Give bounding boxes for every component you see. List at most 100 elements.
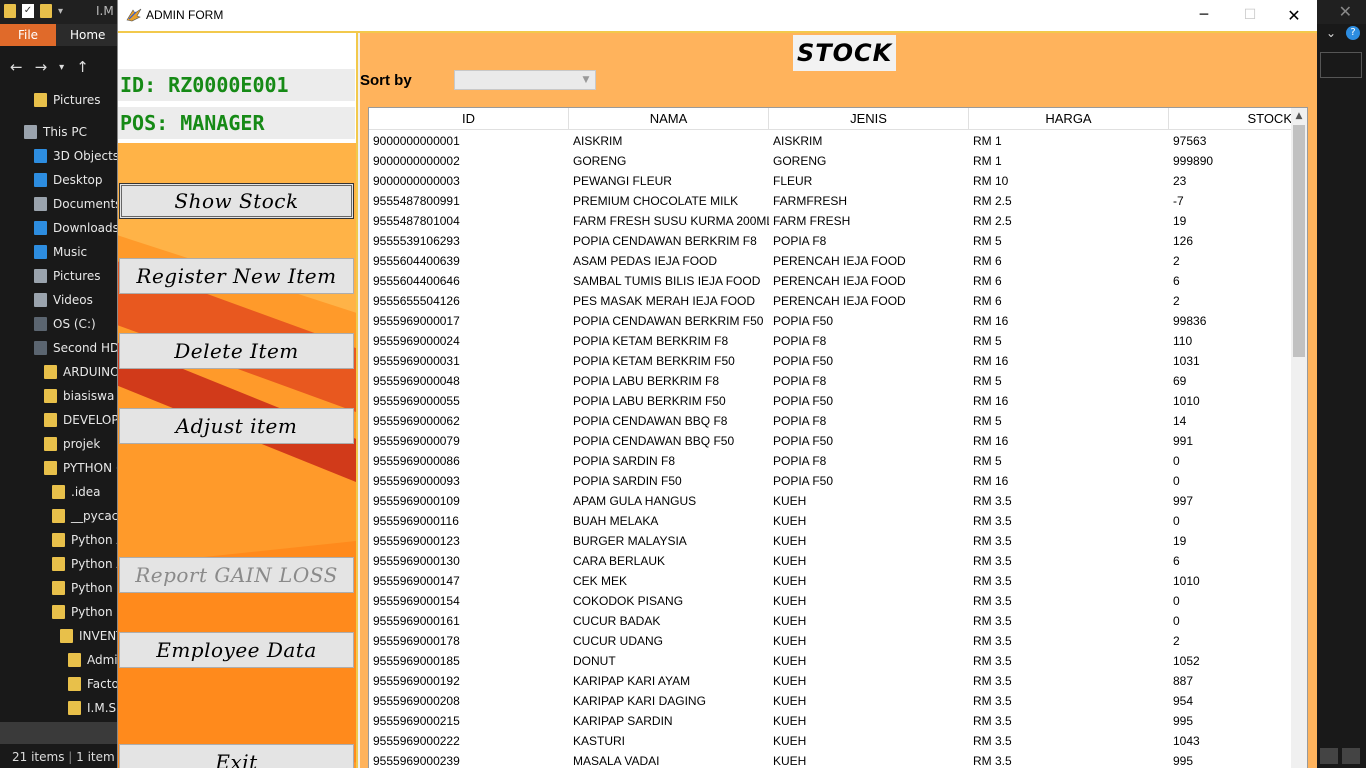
tree-item[interactable]: ARDUINO bbox=[44, 362, 120, 382]
forward-arrow-icon[interactable]: → bbox=[35, 58, 48, 76]
help-icon[interactable]: ? bbox=[1346, 26, 1360, 40]
tree-item[interactable]: Python B bbox=[52, 578, 125, 598]
tree-item[interactable]: Desktop bbox=[34, 170, 103, 190]
table-row[interactable]: 9555487800991 PREMIUM CHOCOLATE MILK FARMF… bbox=[369, 191, 1299, 211]
table-row[interactable]: 9555969000062 POPIA CENDAWAN BBQ F8 POPIA … bbox=[369, 411, 1299, 431]
explorer-close-icon[interactable]: ✕ bbox=[1339, 2, 1352, 21]
table-row[interactable]: 9555969000192 KARIPAP KARI AYAM KUEH RM 3.5… bbox=[369, 671, 1299, 691]
table-row[interactable]: 9555969000123 BURGER MALAYSIA KUEH RM 3.5 19 bbox=[369, 531, 1299, 551]
scroll-up-icon[interactable]: ▲ bbox=[1291, 108, 1307, 124]
up-arrow-icon[interactable]: ↑ bbox=[76, 58, 89, 76]
tree-item[interactable]: Pictures bbox=[34, 266, 101, 286]
table-row[interactable]: 9555604400639 ASAM PEDAS IEJA FOOD PERENCA… bbox=[369, 251, 1299, 271]
table-row[interactable]: 9555969000017 POPIA CENDAWAN BERKRIM F50 P… bbox=[369, 311, 1299, 331]
table-row[interactable]: 9555969000208 KARIPAP KARI DAGING KUEH RM 3… bbox=[369, 691, 1299, 711]
table-row[interactable]: 9555655504126 PES MASAK MERAH IEJA FOOD PE… bbox=[369, 291, 1299, 311]
tree-item[interactable]: Videos bbox=[34, 290, 93, 310]
tree-item[interactable]: Music bbox=[34, 242, 87, 262]
table-row[interactable]: 9555969000130 CARA BERLAUK KUEH RM 3.5 6 bbox=[369, 551, 1299, 571]
tree-item[interactable]: Admi bbox=[68, 650, 118, 670]
tab-home[interactable]: Home bbox=[70, 28, 105, 42]
table-row[interactable]: 9000000000001 AISKRIM AISKRIM RM 1 97563 bbox=[369, 131, 1299, 151]
scrollbar-thumb[interactable] bbox=[1293, 125, 1305, 357]
tree-item[interactable]: .idea bbox=[52, 482, 101, 502]
tree-item[interactable]: Python A bbox=[52, 554, 125, 574]
show-stock-button[interactable]: Show Stock bbox=[119, 183, 354, 219]
recent-locations-icon[interactable]: ▾ bbox=[59, 62, 64, 73]
column-header-nama[interactable]: NAMA bbox=[569, 108, 769, 130]
table-row[interactable]: 9555969000147 CEK MEK KUEH RM 3.5 1010 bbox=[369, 571, 1299, 591]
table-row[interactable]: 9555969000055 POPIA LABU BERKRIM F50 POPIA… bbox=[369, 391, 1299, 411]
cell-id: 9555969000031 bbox=[373, 354, 460, 368]
ribbon-expand-icon[interactable]: ⌄ bbox=[1326, 26, 1336, 40]
table-row[interactable]: 9555969000024 POPIA KETAM BERKRIM F8 POPIA… bbox=[369, 331, 1299, 351]
new-folder-icon[interactable] bbox=[40, 4, 52, 18]
vertical-scrollbar[interactable]: ▲ bbox=[1291, 108, 1307, 768]
table-row[interactable]: 9555969000086 POPIA SARDIN F8 POPIA F8 RM 5… bbox=[369, 451, 1299, 471]
chevron-down-icon[interactable]: ▼ bbox=[579, 71, 593, 89]
column-header-stock[interactable]: STOCK bbox=[1169, 108, 1299, 130]
tree-item[interactable]: Factor bbox=[68, 674, 124, 694]
folder-icon[interactable] bbox=[4, 4, 16, 18]
tree-item[interactable]: projek bbox=[44, 434, 100, 454]
cell-jenis: POPIA F8 bbox=[773, 414, 827, 428]
table-row[interactable]: 9555604400646 SAMBAL TUMIS BILIS IEJA FOO… bbox=[369, 271, 1299, 291]
table-row[interactable]: 9555969000185 DONUT KUEH RM 3.5 1052 bbox=[369, 651, 1299, 671]
exit-button[interactable]: Exit bbox=[119, 744, 354, 768]
tree-item[interactable]: Documents bbox=[34, 194, 121, 214]
large-icons-view-icon[interactable] bbox=[1342, 748, 1360, 764]
close-icon[interactable]: ✕ bbox=[1271, 0, 1317, 31]
column-header-harga[interactable]: HARGA bbox=[969, 108, 1169, 130]
tab-file[interactable]: File bbox=[0, 24, 56, 46]
column-header-id[interactable]: ID bbox=[369, 108, 569, 130]
tree-item[interactable]: Python B bbox=[52, 602, 125, 622]
search-box[interactable] bbox=[1320, 52, 1362, 78]
table-row[interactable]: 9555969000079 POPIA CENDAWAN BBQ F50 POPIA… bbox=[369, 431, 1299, 451]
tree-item[interactable]: PYTHON ( bbox=[44, 458, 121, 478]
cell-harga: RM 6 bbox=[973, 274, 1002, 288]
employee-data-button[interactable]: Employee Data bbox=[119, 632, 354, 668]
cell-nama: GORENG bbox=[573, 154, 627, 168]
tree-item[interactable]: This PC bbox=[24, 122, 87, 142]
tree-item[interactable]: OS (C:) bbox=[34, 314, 96, 334]
tree-item[interactable]: Second HDD bbox=[34, 338, 128, 358]
tree-item[interactable]: Downloads bbox=[34, 218, 119, 238]
tree-item[interactable]: __pycach bbox=[52, 506, 126, 526]
table-row[interactable]: 9555487801004 FARM FRESH SUSU KURMA 200ML… bbox=[369, 211, 1299, 231]
table-row[interactable]: 9555969000116 BUAH MELAKA KUEH RM 3.5 0 bbox=[369, 511, 1299, 531]
stock-table[interactable]: ID NAMA JENIS HARGA STOCK 9000000000001 A… bbox=[368, 107, 1308, 768]
tree-item[interactable]: Python A bbox=[52, 530, 125, 550]
adjust-item-button[interactable]: Adjust item bbox=[119, 408, 354, 444]
register-new-item-button[interactable]: Register New Item bbox=[119, 258, 354, 294]
table-row[interactable]: 9555969000154 COKODOK PISANG KUEH RM 3.5 0 bbox=[369, 591, 1299, 611]
tree-item[interactable]: 3D Objects bbox=[34, 146, 119, 166]
table-row[interactable]: 9555539106293 POPIA CENDAWAN BERKRIM F8 PO… bbox=[369, 231, 1299, 251]
tree-item[interactable]: DEVELOPE bbox=[44, 410, 126, 430]
tree-item[interactable]: INVENT bbox=[60, 626, 124, 646]
minimize-icon[interactable]: ─ bbox=[1181, 0, 1227, 31]
table-row[interactable]: 9555969000222 KASTURI KUEH RM 3.5 1043 bbox=[369, 731, 1299, 751]
table-row[interactable]: 9000000000003 PEWANGI FLEUR FLEUR RM 10 23 bbox=[369, 171, 1299, 191]
tree-item[interactable]: Pictures bbox=[34, 90, 101, 110]
sort-by-dropdown[interactable]: ▼ bbox=[454, 70, 596, 90]
customize-toolbar-icon[interactable]: ▾ bbox=[58, 6, 63, 17]
table-row[interactable]: 9555969000215 KARIPAP SARDIN KUEH RM 3.5 995 bbox=[369, 711, 1299, 731]
table-row[interactable]: 9555969000093 POPIA SARDIN F50 POPIA F50 RM… bbox=[369, 471, 1299, 491]
table-row[interactable]: 9555969000161 CUCUR BADAK KUEH RM 3.5 0 bbox=[369, 611, 1299, 631]
cell-jenis: PERENCAH IEJA FOOD bbox=[773, 254, 906, 268]
properties-icon[interactable]: ✓ bbox=[22, 4, 34, 18]
delete-item-button[interactable]: Delete Item bbox=[119, 333, 354, 369]
table-row[interactable]: 9555969000048 POPIA LABU BERKRIM F8 POPIA … bbox=[369, 371, 1299, 391]
table-row[interactable]: 9555969000239 MASALA VADAI KUEH RM 3.5 995 bbox=[369, 751, 1299, 768]
tree-item[interactable]: biasiswa bbox=[44, 386, 114, 406]
cell-harga: RM 2.5 bbox=[973, 214, 1012, 228]
table-row[interactable]: 9555969000109 APAM GULA HANGUS KUEH RM 3.5 9… bbox=[369, 491, 1299, 511]
table-row[interactable]: 9555969000178 CUCUR UDANG KUEH RM 3.5 2 bbox=[369, 631, 1299, 651]
details-view-icon[interactable] bbox=[1320, 748, 1338, 764]
table-row[interactable]: 9555969000031 POPIA KETAM BERKRIM F50 POPI… bbox=[369, 351, 1299, 371]
table-row[interactable]: 9000000000002 GORENG GORENG RM 1 999890 bbox=[369, 151, 1299, 171]
cell-id: 9555969000123 bbox=[373, 534, 460, 548]
column-header-jenis[interactable]: JENIS bbox=[769, 108, 969, 130]
back-arrow-icon[interactable]: ← bbox=[10, 58, 23, 76]
user-position-label: POS: MANAGER bbox=[118, 107, 355, 139]
